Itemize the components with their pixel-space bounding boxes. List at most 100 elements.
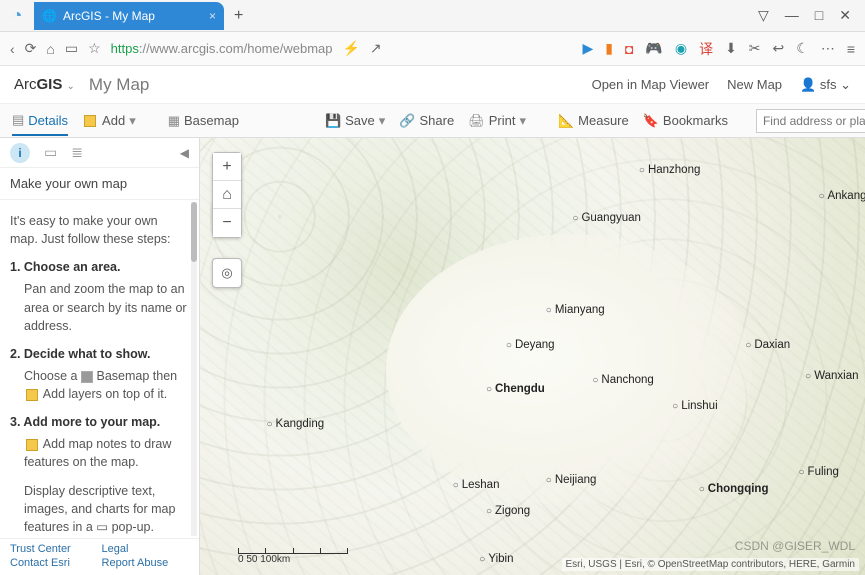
- default-extent-button[interactable]: ⌂: [213, 181, 241, 209]
- legend-tab[interactable]: ≣: [71, 144, 83, 161]
- filter-icon[interactable]: ▽: [758, 7, 769, 24]
- gamepad-icon[interactable]: 🎮: [645, 40, 662, 57]
- search-input[interactable]: [756, 109, 865, 133]
- intro-text: It's easy to make your own map. Just fol…: [10, 212, 187, 248]
- measure-button[interactable]: 📐Measure: [558, 113, 629, 129]
- zoom-in-button[interactable]: +: [213, 153, 241, 181]
- open-external-icon[interactable]: ↗: [370, 40, 382, 57]
- menu-icon[interactable]: ≡: [847, 41, 855, 57]
- folder-icon[interactable]: ▮: [605, 40, 613, 57]
- open-map-viewer-link[interactable]: Open in Map Viewer: [592, 77, 710, 92]
- undo-icon[interactable]: ↩: [773, 40, 785, 57]
- ext-red-icon[interactable]: ◘: [625, 41, 633, 57]
- city-label: Chongqing: [699, 483, 769, 495]
- city-label: Wanxian: [805, 370, 858, 382]
- url-path: ://www.arcgis.com/home/webmap: [139, 41, 333, 56]
- step-3-title: 3. Add more to your map.: [10, 413, 187, 431]
- city-label: Linshui: [672, 400, 718, 412]
- scale-bar: 0 50 100km: [238, 548, 348, 565]
- city-label: Nanchong: [592, 374, 653, 386]
- report-abuse-link[interactable]: Report Abuse: [102, 557, 189, 569]
- back-icon[interactable]: ‹: [10, 41, 15, 57]
- watermark: CSDN @GISER_WDL: [735, 539, 855, 553]
- city-label: Zigong: [486, 505, 530, 517]
- new-tab-button[interactable]: +: [224, 7, 253, 25]
- close-icon[interactable]: ×: [209, 9, 216, 23]
- city-label: Fuling: [799, 466, 839, 478]
- content-tab[interactable]: ▭: [44, 144, 57, 161]
- city-label: Yibin: [479, 553, 513, 565]
- share-button[interactable]: 🔗Share: [399, 113, 454, 129]
- add-button[interactable]: Add ▾: [82, 113, 136, 129]
- collapse-panel-icon[interactable]: ◀: [180, 146, 189, 160]
- bookmarks-button[interactable]: 🔖Bookmarks: [643, 113, 728, 129]
- save-icon: 💾: [325, 113, 341, 129]
- ruler-icon: 📐: [558, 113, 574, 129]
- chevron-down-icon: ▾: [519, 113, 526, 129]
- map-canvas[interactable]: + ⌂ − ◎ 0 50 100km CSDN @GISER_WDL Esri,…: [200, 138, 865, 575]
- chevron-down-icon: ▾: [129, 113, 136, 129]
- step-2-body: Choose a Basemap then Add layers on top …: [24, 367, 187, 403]
- url-scheme: https: [111, 41, 139, 56]
- about-tab[interactable]: i: [10, 143, 30, 163]
- print-button[interactable]: 🖨Print ▾: [468, 113, 526, 129]
- translate-icon[interactable]: 译: [699, 39, 713, 59]
- zoom-out-button[interactable]: −: [213, 209, 241, 237]
- save-button[interactable]: 💾Save ▾: [325, 113, 385, 129]
- city-label: Chengdu: [486, 383, 545, 395]
- basemap-button[interactable]: ▦Basemap: [168, 113, 239, 129]
- side-panel-title: Make your own map: [0, 168, 199, 200]
- city-label: Kangding: [267, 418, 325, 430]
- city-label: Hanzhong: [639, 164, 700, 176]
- step-1-title: 1. Choose an area.: [10, 258, 187, 276]
- home-icon[interactable]: ⌂: [46, 41, 54, 57]
- side-scrollbar[interactable]: [191, 202, 197, 536]
- minimize-icon[interactable]: —: [785, 7, 799, 24]
- add-inline-icon: [26, 389, 38, 401]
- print-icon: 🖨: [468, 113, 485, 129]
- step-3-body-a: Add map notes to draw features on the ma…: [24, 435, 187, 471]
- zoom-control: + ⌂ −: [212, 152, 242, 238]
- basemap-icon: ▦: [168, 113, 180, 129]
- url-bar[interactable]: https://www.arcgis.com/home/webmap: [111, 41, 333, 56]
- contact-esri-link[interactable]: Contact Esri: [10, 557, 92, 569]
- maximize-icon[interactable]: □: [815, 7, 823, 24]
- ext-teal-icon[interactable]: ◉: [675, 40, 687, 57]
- new-map-link[interactable]: New Map: [727, 77, 782, 92]
- step-1-body: Pan and zoom the map to an area or searc…: [24, 280, 187, 334]
- play-icon[interactable]: ▶: [582, 40, 593, 57]
- legal-link[interactable]: Legal: [102, 543, 189, 555]
- more-icon[interactable]: ⋯: [821, 40, 835, 57]
- popup-inline-icon: ▭: [96, 520, 108, 534]
- app-brand[interactable]: ArcGIS ⌄: [14, 76, 75, 93]
- chevron-down-icon: ⌄: [67, 81, 75, 92]
- scissors-icon[interactable]: ✂: [749, 40, 761, 57]
- reader-icon[interactable]: ▭: [65, 40, 78, 57]
- city-label: Guangyuan: [572, 212, 641, 224]
- lightning-icon[interactable]: ⚡: [342, 40, 359, 57]
- locate-button[interactable]: ◎: [212, 258, 242, 288]
- basin-layer: [386, 234, 752, 505]
- download-icon[interactable]: ⬇: [725, 40, 737, 57]
- page-title: My Map: [89, 75, 149, 95]
- details-button[interactable]: ▤Details: [12, 112, 68, 136]
- user-menu[interactable]: 👤 sfs ⌄: [800, 77, 851, 93]
- chevron-down-icon: ▾: [379, 113, 386, 129]
- browser-tab[interactable]: 🌐 ArcGIS - My Map ×: [34, 2, 224, 30]
- trust-center-link[interactable]: Trust Center: [10, 543, 92, 555]
- window-close-icon[interactable]: ✕: [839, 7, 851, 24]
- add-layer-icon: [84, 115, 96, 127]
- globe-icon: 🌐: [42, 9, 57, 23]
- tab-title: ArcGIS - My Map: [63, 9, 155, 23]
- notes-inline-icon: [26, 439, 38, 451]
- basemap-inline-icon: [81, 371, 93, 383]
- city-label: Neijiang: [546, 474, 597, 486]
- moon-icon[interactable]: ☾: [796, 40, 809, 57]
- city-label: Ankang: [818, 190, 865, 202]
- extension-icons: ▶ ▮ ◘ 🎮 ◉ 译 ⬇ ✂ ↩ ☾ ⋯ ≡: [582, 39, 855, 59]
- star-icon[interactable]: ☆: [88, 40, 101, 57]
- reload-icon[interactable]: ⟳: [25, 40, 37, 57]
- city-label: Deyang: [506, 339, 555, 351]
- share-icon: 🔗: [399, 113, 415, 129]
- step-3-body-b: Display descriptive text, images, and ch…: [24, 482, 187, 536]
